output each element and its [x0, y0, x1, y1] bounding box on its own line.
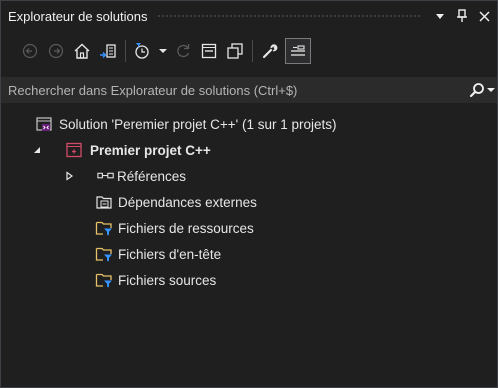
expanded-arrow-icon[interactable] [31, 144, 43, 156]
tree-item-label: Fichiers sources [118, 272, 217, 288]
title-grip [157, 13, 421, 19]
filter-folder-icon [95, 245, 113, 263]
filter-folder-icon [95, 219, 113, 237]
collapse-all-button[interactable] [198, 38, 220, 64]
close-button[interactable] [475, 6, 493, 26]
wrench-icon [262, 44, 278, 59]
solution-label: Solution 'Peremier projet C++' (1 sur 1 … [59, 116, 337, 132]
toolbar-separator [252, 40, 253, 62]
show-all-files-button[interactable] [224, 38, 246, 64]
solution-explorer-panel: Explorateur de solutions Rechercher dans… [0, 0, 498, 388]
panel-title: Explorateur de solutions [8, 8, 148, 24]
tree-item-label: Fichiers d'en-tête [118, 246, 222, 262]
filter-folder-icon [95, 271, 113, 289]
project-label: Premier projet C++ [90, 142, 211, 158]
tree-row-project[interactable]: Premier projet C++ [1, 139, 497, 161]
tree-item-label: Références [117, 168, 187, 184]
toolbar-separator [125, 40, 126, 62]
pending-changes-filter-button[interactable] [132, 38, 154, 64]
properties-button[interactable] [259, 38, 281, 64]
panel-title-bar[interactable]: Explorateur de solutions [1, 1, 497, 31]
caret-down-icon [436, 14, 444, 19]
forward-button[interactable] [45, 38, 67, 64]
pin-icon [457, 9, 467, 22]
tree-item-label: Dépendances externes [118, 194, 257, 210]
show-all-files-icon [227, 43, 243, 59]
home-button[interactable] [71, 38, 93, 64]
pin-button[interactable] [453, 6, 471, 26]
tree-item-header-files[interactable]: Fichiers d'en-tête [1, 243, 497, 265]
window-position-dropdown-button[interactable] [431, 6, 449, 26]
references-icon [97, 167, 115, 185]
clock-filter-icon [135, 43, 149, 59]
preview-selected-items-button[interactable] [285, 38, 311, 64]
collapse-all-icon [201, 43, 217, 59]
cpp-project-icon [65, 141, 83, 159]
close-icon [479, 11, 489, 21]
search-options-button[interactable] [469, 82, 495, 98]
caret-down-icon [487, 88, 495, 92]
solution-tree: Solution 'Peremier projet C++' (1 sur 1 … [1, 109, 497, 288]
search-input[interactable] [8, 82, 469, 98]
tree-item-references[interactable]: Références [1, 165, 497, 187]
solution-explorer-toolbar [1, 31, 497, 71]
filter-dropdown-button[interactable] [158, 38, 168, 64]
tree-item-source-files[interactable]: Fichiers sources [1, 269, 497, 291]
home-icon [74, 43, 90, 59]
collapsed-arrow-icon[interactable] [63, 170, 75, 182]
refresh-icon [177, 44, 190, 58]
solution-icon [35, 115, 53, 133]
forward-arrow-icon [48, 43, 64, 59]
external-dependencies-icon [95, 193, 113, 211]
refresh-button[interactable] [172, 38, 194, 64]
search-icon [469, 83, 484, 98]
caret-down-icon [159, 49, 167, 53]
search-box [1, 77, 497, 103]
tree-row-solution[interactable]: Solution 'Peremier projet C++' (1 sur 1 … [1, 113, 497, 135]
switch-views-icon [100, 44, 116, 59]
back-button[interactable] [19, 38, 41, 64]
tree-item-label: Fichiers de ressources [118, 220, 254, 236]
back-arrow-icon [22, 43, 38, 59]
tree-item-external-dependencies[interactable]: Dépendances externes [1, 191, 497, 213]
tree-item-resource-files[interactable]: Fichiers de ressources [1, 217, 497, 239]
preview-icon [291, 45, 305, 56]
switch-views-button[interactable] [97, 38, 119, 64]
